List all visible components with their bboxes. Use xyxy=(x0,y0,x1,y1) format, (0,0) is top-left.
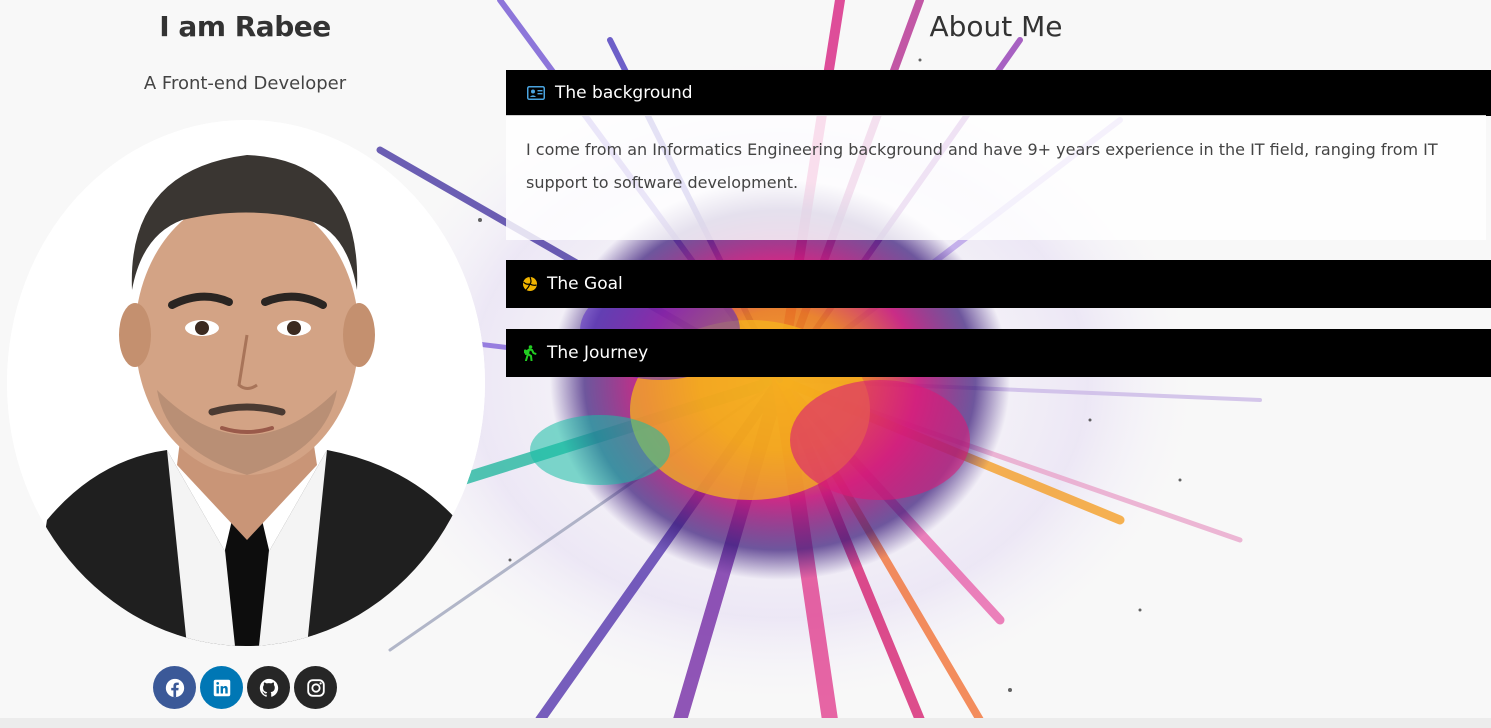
social-links xyxy=(153,666,337,710)
facebook-icon xyxy=(165,678,184,697)
page: I am Rabee A Front-end Developer About M… xyxy=(0,0,1491,728)
about-title: About Me xyxy=(929,10,1063,43)
linkedin-icon xyxy=(213,679,230,696)
profile-column: I am Rabee A Front-end Developer xyxy=(0,0,490,728)
profile-role: A Front-end Developer xyxy=(143,73,347,94)
volleyball-icon xyxy=(520,274,540,294)
accordion-title: The background xyxy=(555,83,693,103)
instagram-icon xyxy=(306,678,325,697)
id-card-icon xyxy=(526,83,546,103)
github-link[interactable] xyxy=(247,666,290,709)
accordion-title: The Goal xyxy=(547,274,623,294)
linkedin-link[interactable] xyxy=(200,666,243,709)
profile-photo xyxy=(7,120,485,646)
github-icon xyxy=(259,678,278,697)
accordion-title: The Journey xyxy=(547,343,649,363)
facebook-link[interactable] xyxy=(153,666,196,709)
accordion-content-background: I come from an Informatics Engineering b… xyxy=(506,115,1486,240)
accordion-header-goal[interactable]: The Goal xyxy=(506,260,1491,308)
hiking-icon xyxy=(520,343,540,363)
profile-name: I am Rabee xyxy=(159,10,331,43)
accordion-header-background[interactable]: The background xyxy=(506,70,1491,116)
instagram-link[interactable] xyxy=(294,666,337,709)
accordion-header-journey[interactable]: The Journey xyxy=(506,329,1491,377)
